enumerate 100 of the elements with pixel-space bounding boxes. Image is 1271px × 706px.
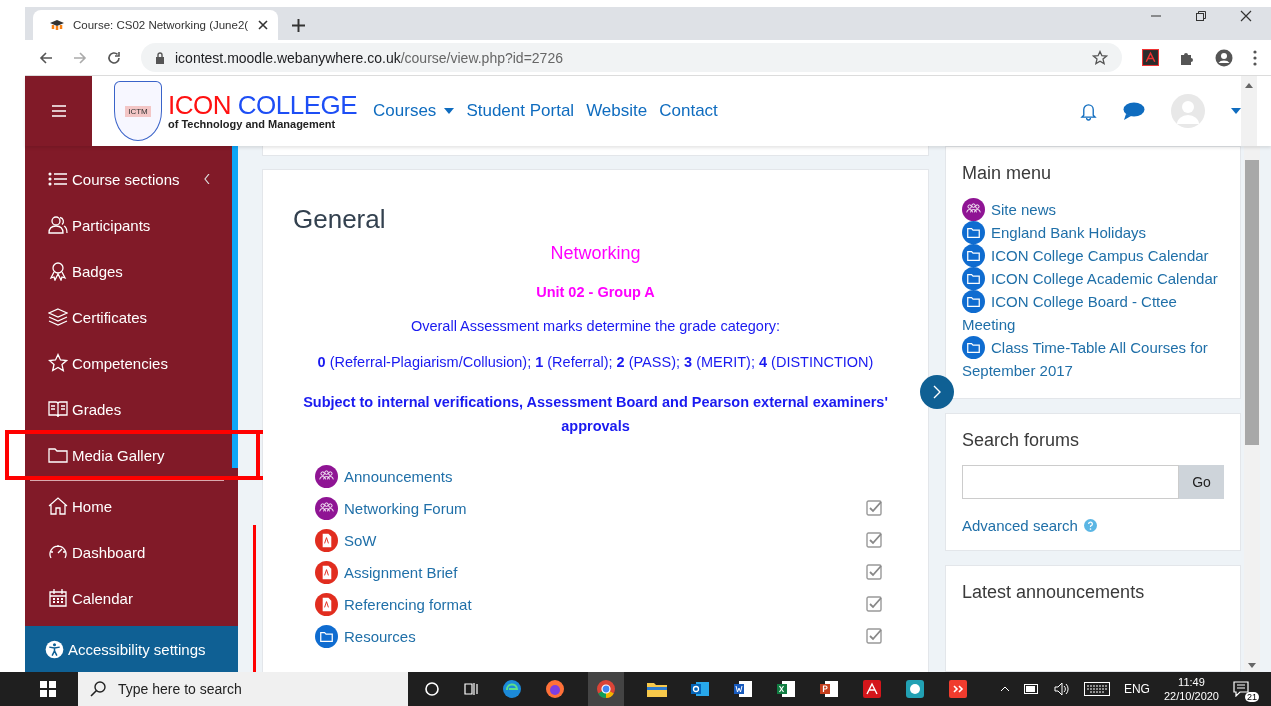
completion-checkbox[interactable] xyxy=(866,564,882,580)
pdf-reader-icon[interactable] xyxy=(862,679,882,699)
chat-icon[interactable] xyxy=(1123,102,1145,120)
activity-link[interactable]: Networking Forum xyxy=(344,499,467,517)
nav-link[interactable]: Student Portal xyxy=(466,101,575,121)
menu-link[interactable]: Class Time-Table All Courses for September 2017 xyxy=(962,336,1224,382)
scroll-up-icon[interactable] xyxy=(1245,83,1253,88)
forum-icon xyxy=(962,198,985,221)
go-button[interactable]: Go xyxy=(1179,465,1224,499)
tab-title: Course: CS02 Networking (June2( xyxy=(73,19,250,31)
accessibility-settings-button[interactable]: Accessibility settings xyxy=(25,626,238,672)
forum-icon xyxy=(315,496,338,520)
folder-icon xyxy=(962,336,985,359)
scrollbar-thumb[interactable] xyxy=(1245,160,1259,445)
excel-icon[interactable] xyxy=(776,679,796,699)
mortarboard-icon xyxy=(49,19,65,31)
speaker-icon[interactable] xyxy=(1053,682,1070,696)
activity-link[interactable]: SoW xyxy=(344,531,377,549)
sidebar-item[interactable]: Course sections xyxy=(25,158,232,200)
accessibility-icon xyxy=(45,639,64,659)
advanced-search-link[interactable]: Advanced search xyxy=(962,517,1078,534)
language-indicator[interactable]: ENG xyxy=(1123,682,1150,696)
completion-checkbox[interactable] xyxy=(866,596,882,612)
nav-link[interactable]: Courses xyxy=(373,101,455,121)
close-icon[interactable] xyxy=(1240,10,1252,22)
chevron-up-icon[interactable] xyxy=(999,686,1010,692)
search-field[interactable] xyxy=(962,465,1179,499)
app-icon[interactable] xyxy=(905,679,925,699)
activity-link[interactable]: Resources xyxy=(344,627,416,645)
restore-icon[interactable] xyxy=(1195,10,1207,22)
college-name: ICON COLLEGE xyxy=(168,92,358,118)
sidebar-item[interactable]: Grades xyxy=(25,388,232,430)
menu-link[interactable]: ICON College Campus Calendar xyxy=(962,244,1224,267)
sidebar-item[interactable]: Dashboard xyxy=(25,531,232,573)
scroll-down-icon[interactable] xyxy=(1248,663,1256,668)
firefox-icon[interactable] xyxy=(545,679,565,699)
account-icon[interactable] xyxy=(1215,48,1233,67)
battery-icon[interactable] xyxy=(1023,684,1040,694)
windows-start-icon[interactable] xyxy=(40,681,56,697)
close-icon[interactable] xyxy=(258,20,268,30)
notification-center-button[interactable]: 21 xyxy=(1233,677,1257,701)
activity-link[interactable]: Assignment Brief xyxy=(344,563,458,581)
cortana-icon[interactable] xyxy=(424,681,440,697)
bell-icon[interactable] xyxy=(1080,101,1097,121)
pdf-extension-icon[interactable] xyxy=(1142,49,1159,66)
completion-checkbox[interactable] xyxy=(866,532,882,548)
taskbar-search-field[interactable]: Type here to search xyxy=(78,672,408,706)
chevron-left-icon[interactable] xyxy=(203,174,210,184)
pdf-icon xyxy=(315,528,338,552)
address-bar[interactable]: icontest.moodle.webanywhere.co.uk/course/view.php?id=2726 xyxy=(141,43,1122,72)
college-crest-logo[interactable]: ICTM xyxy=(114,81,162,141)
sidebar-item[interactable]: Badges xyxy=(25,250,232,292)
pdf-icon xyxy=(315,560,338,584)
menu-link[interactable]: England Bank Holidays xyxy=(962,221,1224,244)
activity-link[interactable]: Referencing format xyxy=(344,595,472,613)
menu-link[interactable]: Site news xyxy=(962,198,1224,221)
outlook-icon[interactable] xyxy=(690,679,710,699)
folder-icon xyxy=(962,244,985,267)
folder-icon xyxy=(962,290,985,313)
menu-link[interactable]: ICON College Board - Cttee Meeting xyxy=(962,290,1224,336)
folder-icon[interactable] xyxy=(647,681,667,697)
task-view-icon[interactable] xyxy=(463,681,479,697)
powerpoint-icon[interactable] xyxy=(819,679,839,699)
activity-link[interactable]: Announcements xyxy=(344,467,453,485)
more-icon[interactable] xyxy=(1253,49,1257,66)
star-icon xyxy=(48,353,68,373)
back-icon[interactable] xyxy=(39,50,53,65)
nav-link[interactable]: Website xyxy=(586,101,648,121)
nav-link[interactable]: Contact xyxy=(659,101,718,121)
url-text: icontest.moodle.webanywhere.co.uk/course/view.php?id=2726 xyxy=(175,49,563,66)
sidebar-item[interactable]: Calendar xyxy=(25,577,232,619)
new-tab-icon[interactable] xyxy=(292,19,305,32)
completion-checkbox[interactable] xyxy=(866,500,882,516)
sidebar-item[interactable]: Competencies xyxy=(25,342,232,384)
message-icon xyxy=(1233,681,1249,697)
forum-icon xyxy=(315,464,338,488)
reload-icon[interactable] xyxy=(107,50,121,65)
caret-icon[interactable] xyxy=(1231,108,1241,114)
completion-checkbox[interactable] xyxy=(866,628,882,644)
menu-link[interactable]: ICON College Academic Calendar xyxy=(962,267,1224,290)
disclaimer: Subject to internal verifications, Assessment Board and Pearson external examiners' approvals xyxy=(302,393,889,436)
clock[interactable]: 11:49 22/10/2020 xyxy=(1163,675,1219,703)
course-title: Networking xyxy=(549,243,642,264)
edge-icon[interactable] xyxy=(502,679,522,699)
sidebar-item[interactable]: Certificates xyxy=(25,296,232,338)
word-icon[interactable] xyxy=(733,679,753,699)
lock-icon xyxy=(155,51,165,64)
keyboard-icon[interactable] xyxy=(1083,682,1110,696)
star-icon[interactable] xyxy=(1092,49,1108,66)
sidebar-item[interactable]: Participants xyxy=(25,204,232,246)
block-title: Search forums xyxy=(962,430,1081,451)
app-icon[interactable] xyxy=(948,679,968,699)
chrome-icon[interactable] xyxy=(596,679,616,699)
sidebar-item[interactable]: Media Gallery xyxy=(25,434,232,476)
browser-tab[interactable]: Course: CS02 Networking (June2( xyxy=(33,10,278,40)
users-icon xyxy=(48,215,68,235)
sidebar-item[interactable]: Home xyxy=(25,485,232,527)
grade-categories: 0 (Referral-Plagiarism/Collusion); 1 (Referral); 2 (PASS); 3 (MERIT); 4 (DISTINCTION) xyxy=(316,354,875,370)
caret-icon xyxy=(444,108,455,114)
block-title: Latest announcements xyxy=(962,582,1146,603)
